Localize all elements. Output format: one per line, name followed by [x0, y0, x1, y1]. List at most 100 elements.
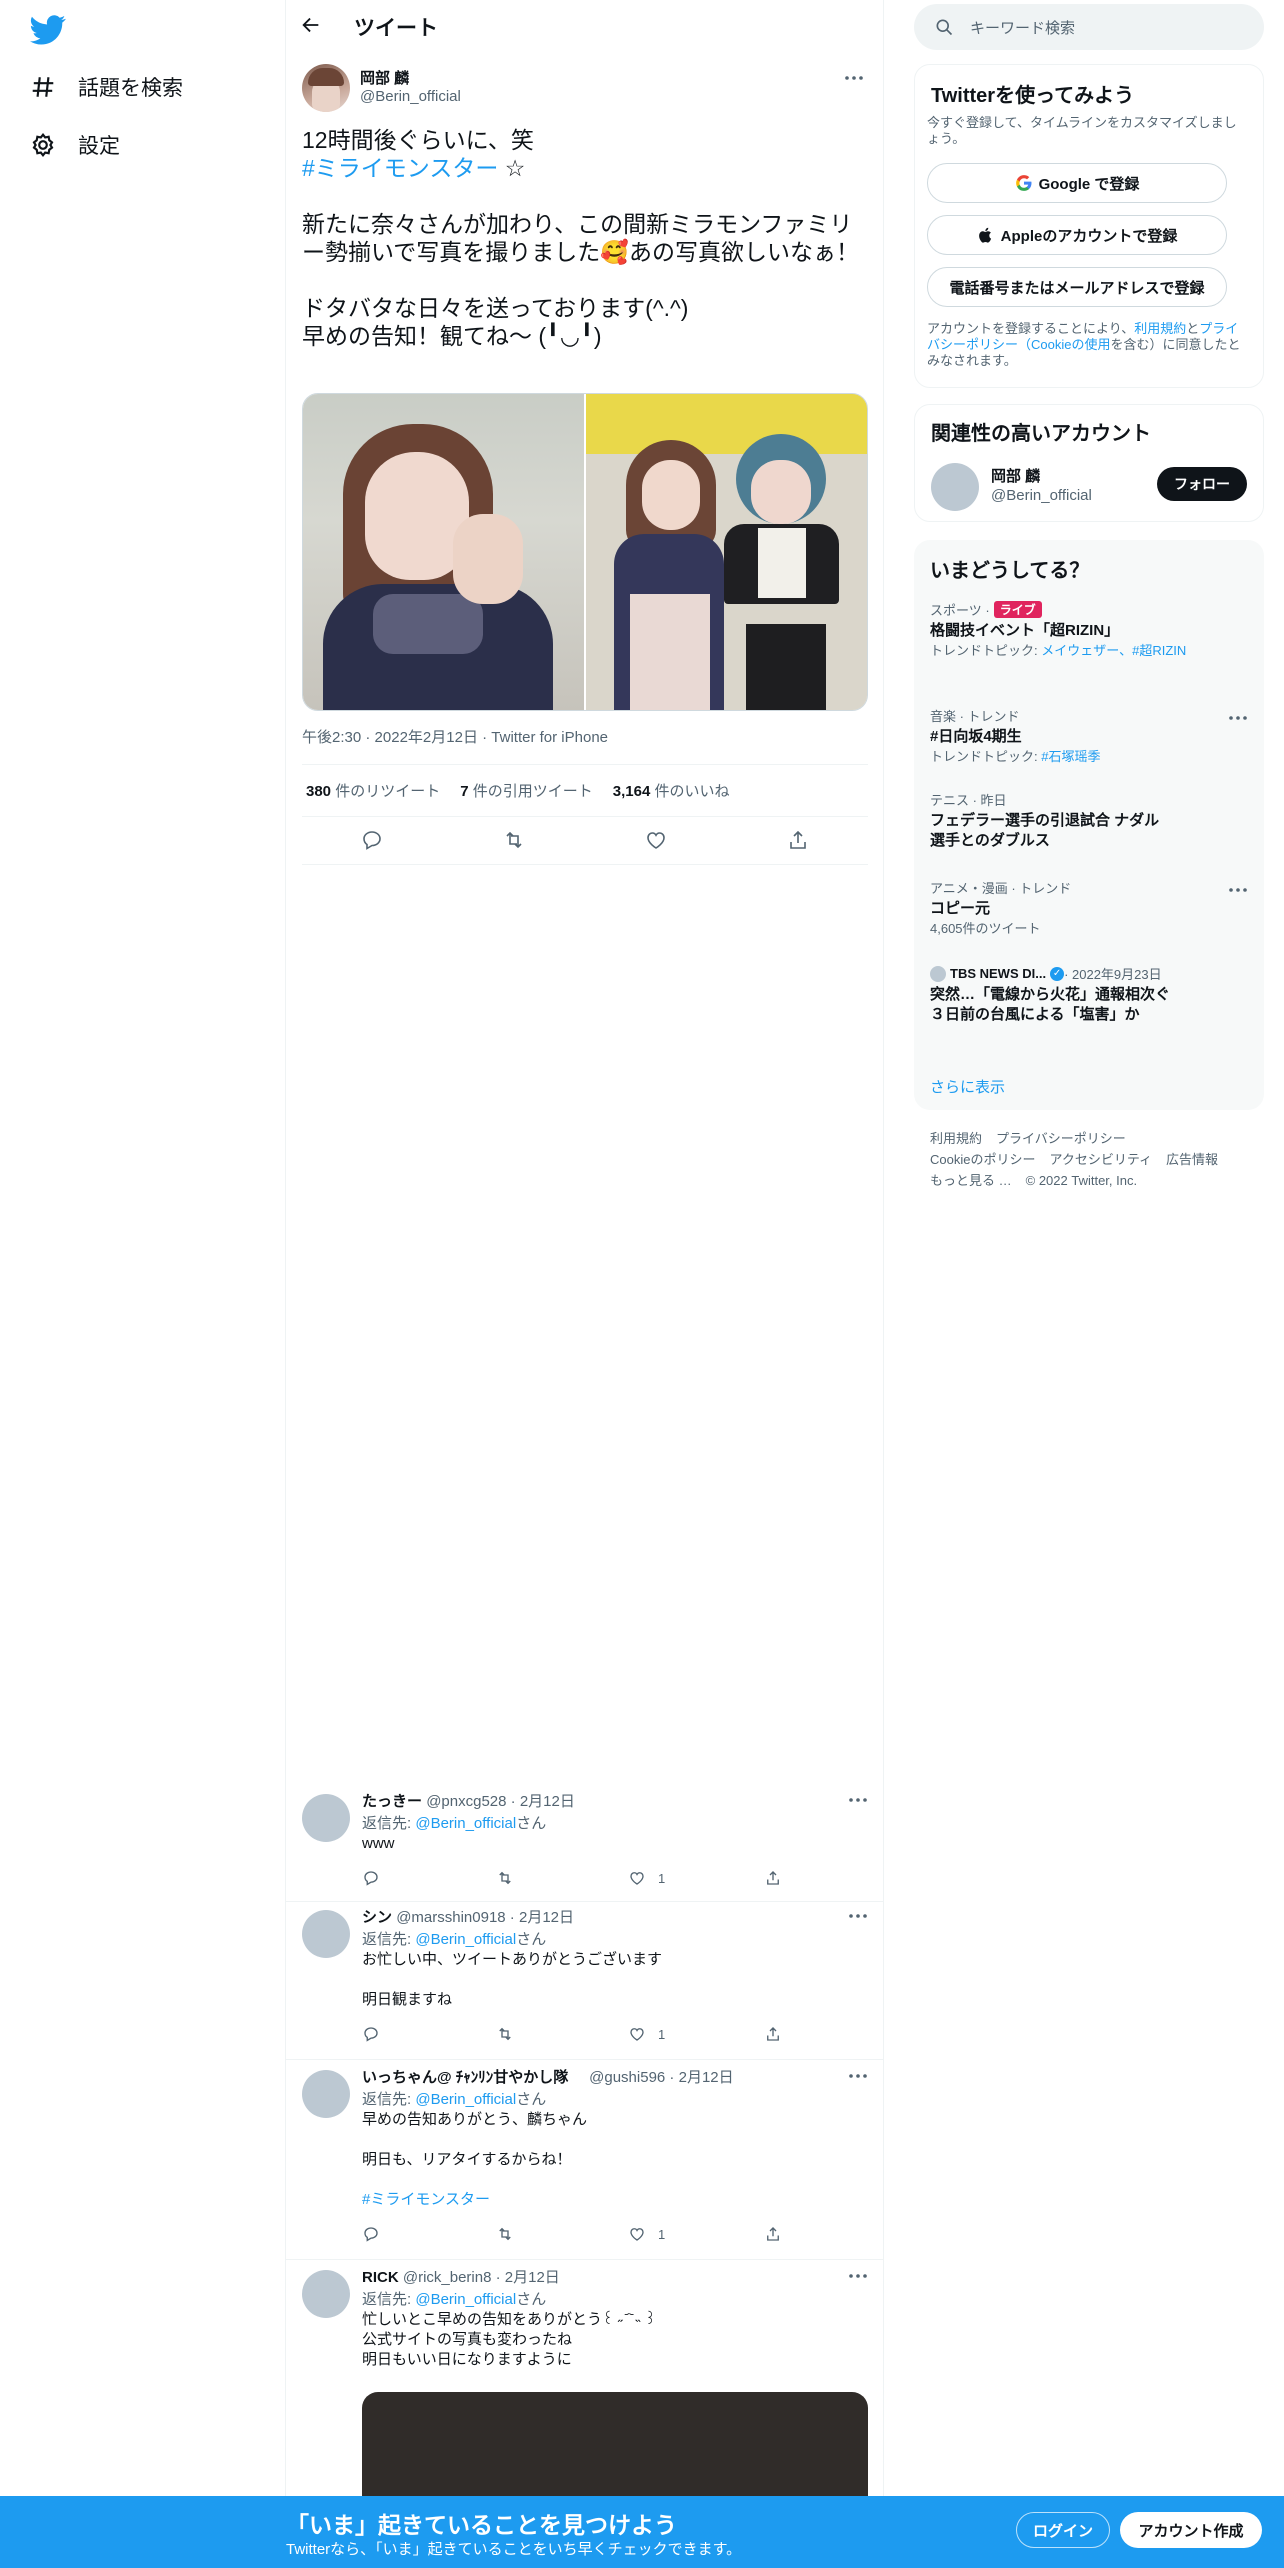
footer-ads[interactable]: 広告情報 [1166, 1152, 1218, 1167]
share-icon[interactable] [764, 2224, 794, 2244]
terms-link[interactable]: 利用規約 [1134, 321, 1186, 336]
reply-name[interactable]: たっきー [362, 1793, 422, 1810]
related-avatar[interactable] [931, 463, 979, 511]
share-icon[interactable] [764, 2024, 794, 2044]
back-arrow-icon[interactable] [300, 14, 326, 40]
left-nav: 話題を検索 設定 [0, 0, 286, 2568]
reply-to-link[interactable]: @Berin_official [415, 2091, 516, 2108]
reply-avatar[interactable] [302, 2270, 350, 2318]
trend-category: 音楽 · トレンド [930, 709, 1020, 724]
author-avatar[interactable] [302, 64, 350, 112]
search-input[interactable]: キーワード検索 [914, 4, 1264, 50]
like-button[interactable]: 1 [628, 2224, 665, 2244]
reply-handle[interactable]: @pnxcg528 [426, 1793, 506, 1810]
related-handle[interactable]: @Berin_official [991, 487, 1092, 504]
trend-item[interactable]: TBS NEWS DI... ✓ · 2022年9月23日 突然…「電線から火花… [930, 964, 1185, 1025]
reply-to-link[interactable]: @Berin_official [415, 2291, 516, 2308]
reply-icon[interactable] [362, 2224, 392, 2244]
share-icon[interactable] [764, 1868, 794, 1888]
more-options-icon[interactable] [1226, 878, 1250, 902]
retweets-label: 件のリツイート [335, 783, 441, 800]
more-options-icon[interactable] [846, 1904, 870, 1928]
share-icon[interactable] [786, 828, 810, 852]
more-options-icon[interactable] [846, 1788, 870, 1812]
footer-privacy[interactable]: プライバシーポリシー [996, 1131, 1126, 1146]
trend-item[interactable]: スポーツ · ライブ 格闘技イベント「超RIZIN」 トレンドトピック: メイウ… [930, 600, 1230, 659]
tweet-photo-2[interactable] [586, 394, 867, 710]
reply-icon[interactable] [362, 1868, 392, 1888]
phone-signup-label: 電話番号またはメールアドレスで登録 [949, 279, 1205, 297]
reply-date[interactable]: 2月12日 [520, 1793, 575, 1810]
phone-signup-button[interactable]: 電話番号またはメールアドレスで登録 [927, 267, 1227, 307]
footer-more[interactable]: もっと見る … [930, 1173, 1012, 1188]
reply-to-prefix: 返信先: [362, 2091, 416, 2108]
reply-date[interactable]: 2月12日 [505, 2269, 560, 2286]
trends-box: いまどうしてる？ スポーツ · ライブ 格闘技イベント「超RIZIN」 トレンド… [914, 540, 1264, 1110]
reply-avatar[interactable] [302, 1910, 350, 1958]
footer-terms[interactable]: 利用規約 [930, 1131, 982, 1146]
reply-icon[interactable] [362, 2024, 392, 2044]
more-options-icon[interactable] [846, 2264, 870, 2288]
reply-hashtag-link[interactable]: #ミライモンスター [362, 2191, 490, 2208]
reply-handle[interactable]: @marsshin0918 [396, 1909, 505, 1926]
reply-icon[interactable] [360, 828, 384, 852]
trend-title: コピー元 [930, 900, 991, 917]
show-more-link[interactable]: さらに表示 [930, 1076, 1005, 1097]
footer-cookies[interactable]: Cookieのポリシー [930, 1152, 1035, 1167]
google-signup-button[interactable]: Google で登録 [927, 163, 1227, 203]
retweets-stat[interactable]: 380 件のリツイート [306, 780, 440, 801]
reply-media[interactable] [362, 2392, 868, 2496]
retweet-icon[interactable] [496, 2024, 526, 2044]
related-name[interactable]: 岡部 麟 [991, 465, 1040, 486]
more-options-icon[interactable] [1226, 706, 1250, 730]
tweet-hashtag-link[interactable]: #ミライモンスター [302, 155, 498, 181]
create-account-button[interactable]: アカウント作成 [1120, 2512, 1262, 2548]
tweet-photo-1[interactable] [303, 394, 584, 710]
heart-icon[interactable] [644, 828, 668, 852]
follow-button[interactable]: フォロー [1157, 467, 1247, 501]
retweet-icon[interactable] [496, 2224, 526, 2244]
likes-stat[interactable]: 3,164 件のいいね [613, 780, 730, 801]
reply-item[interactable]: いっちゃん@ ﾁｬﾝﾘﾝ甘やかし隊 @gushi596 · 2月12日 返信先:… [286, 2062, 884, 2260]
reply-avatar[interactable] [302, 1794, 350, 1842]
tweet-meta: 午後2:30 · 2022年2月12日 · Twitter for iPhone [302, 729, 609, 746]
tweet-date[interactable]: 2022年2月12日 [375, 729, 478, 746]
author-handle[interactable]: @Berin_official [360, 88, 461, 105]
twitter-logo-icon[interactable] [30, 12, 66, 48]
more-options-icon[interactable] [842, 66, 866, 90]
nav-settings[interactable]: 設定 [30, 125, 120, 165]
quotes-stat[interactable]: 7 件の引用ツイート [460, 780, 593, 801]
tweet-time[interactable]: 午後2:30 [302, 729, 361, 746]
reply-handle[interactable]: @gushi596 [589, 2069, 665, 2086]
reply-date[interactable]: 2月12日 [679, 2069, 734, 2086]
trend-item[interactable]: 音楽 · トレンド #日向坂4期生 トレンドトピック: #石塚瑶季 [930, 706, 1230, 765]
trend-item[interactable]: アニメ・漫画 · トレンド コピー元 4,605件のツイート [930, 878, 1230, 937]
trend-item[interactable]: テニス · 昨日 フェデラー選手の引退試合 ナダル選手とのダブルス [930, 790, 1170, 851]
reply-name[interactable]: RICK [362, 2269, 399, 2286]
like-button[interactable]: 1 [628, 2024, 665, 2044]
retweet-icon[interactable] [502, 828, 526, 852]
apple-signup-button[interactable]: Appleのアカウントで登録 [927, 215, 1227, 255]
reply-to-prefix: 返信先: [362, 1815, 416, 1832]
reply-avatar[interactable] [302, 2070, 350, 2118]
nav-explore[interactable]: 話題を検索 [30, 67, 183, 107]
reply-handle[interactable]: @rick_berin8 [403, 2269, 492, 2286]
reply-date[interactable]: 2月12日 [519, 1909, 574, 1926]
reply-name[interactable]: いっちゃん@ ﾁｬﾝﾘﾝ甘やかし隊 [362, 2069, 568, 2086]
reply-item[interactable]: RICK @rick_berin8 · 2月12日 返信先: @Berin_of… [286, 2262, 884, 2496]
reply-name[interactable]: シン [362, 1909, 392, 1926]
trend-topics-links[interactable]: #石塚瑶季 [1041, 749, 1100, 764]
retweet-icon[interactable] [496, 1868, 526, 1888]
tweet-media[interactable] [302, 393, 868, 711]
reply-to-link[interactable]: @Berin_official [415, 1815, 516, 1832]
reply-item[interactable]: シン @marsshin0918 · 2月12日 返信先: @Berin_off… [286, 1902, 884, 2060]
reply-item[interactable]: たっきー @pnxcg528 · 2月12日 返信先: @Berin_offic… [286, 1786, 884, 1902]
author-name[interactable]: 岡部 麟 [360, 67, 409, 88]
like-button[interactable]: 1 [628, 1868, 665, 1888]
more-options-icon[interactable] [846, 2064, 870, 2088]
news-date: · 2022年9月23日 [1064, 967, 1162, 982]
reply-to-link[interactable]: @Berin_official [415, 1931, 516, 1948]
footer-accessibility[interactable]: アクセシビリティ [1049, 1152, 1152, 1167]
trend-topics-links[interactable]: メイウェザー、#超RIZIN [1041, 643, 1186, 658]
login-button[interactable]: ログイン [1016, 2512, 1110, 2548]
